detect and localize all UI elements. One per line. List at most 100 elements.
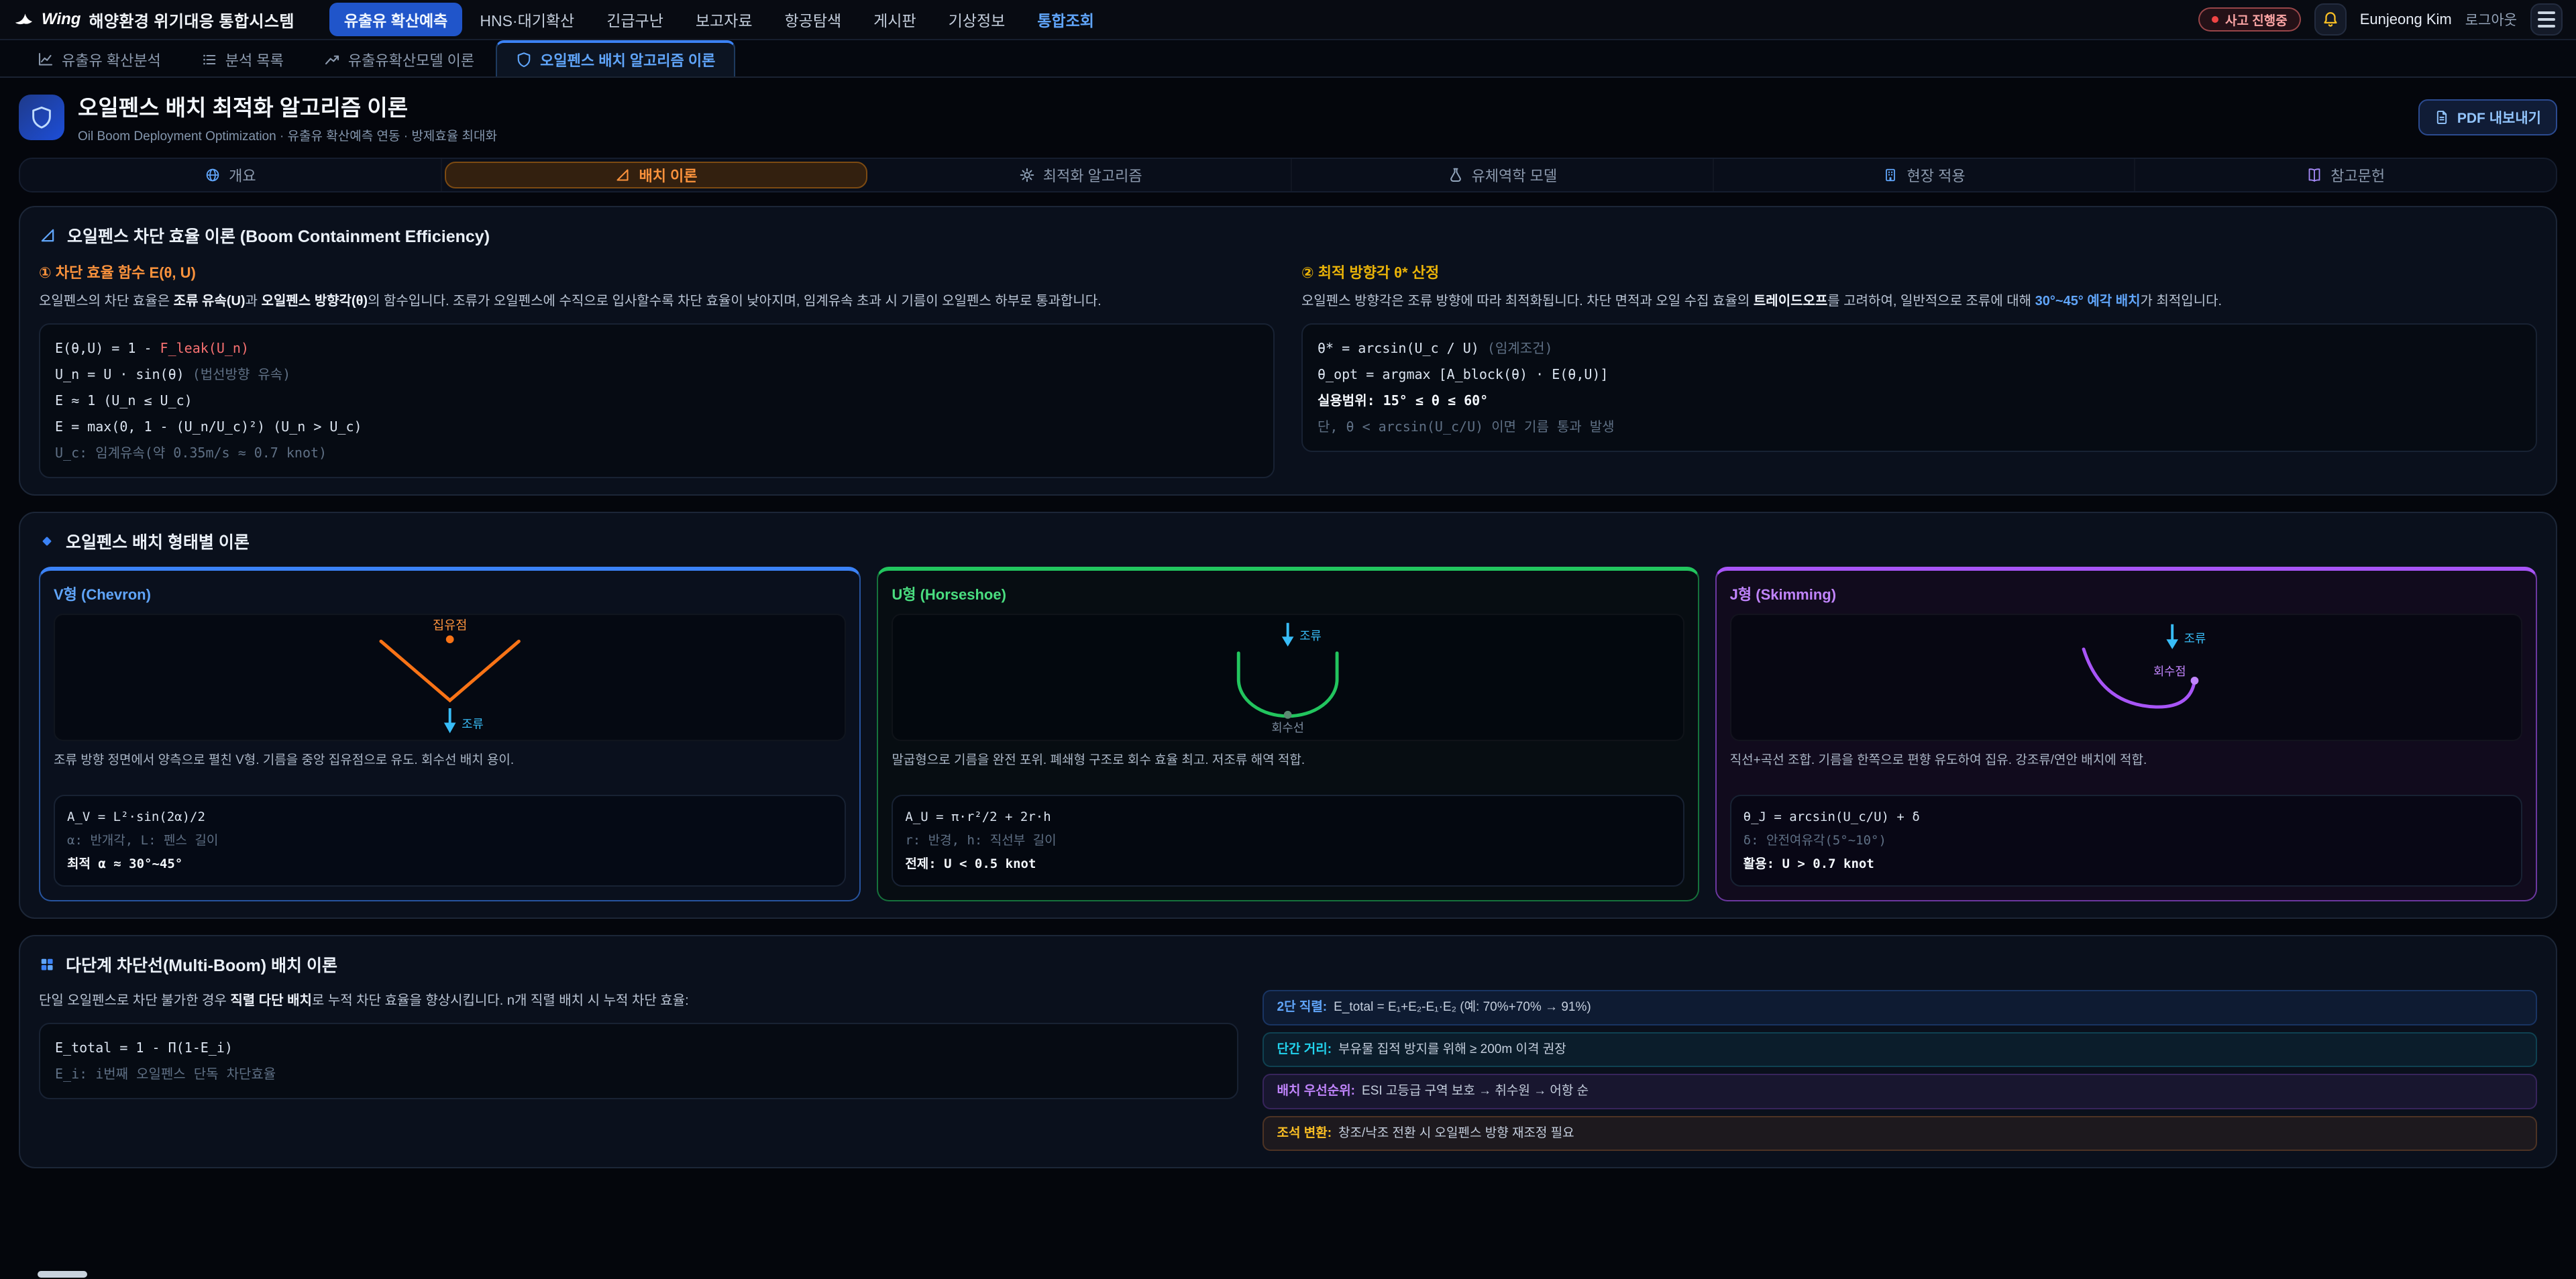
tab-boom-deployment-theory[interactable]: 오일펜스 배치 알고리즘 이론 (496, 40, 735, 76)
text-run: 오일펜스의 차단 효율은 (39, 294, 174, 309)
bell-icon (2322, 11, 2339, 28)
text-run: 의 함수입니다. 조류가 오일펜스에 수직으로 입사할수록 차단 효율이 낮아지… (368, 294, 1102, 309)
boom-u-diagram: 조류 회수선 (892, 614, 1684, 741)
card-title: 오일펜스 배치 형태별 이론 (66, 529, 250, 553)
section-deployment-theory[interactable]: 배치 이론 (445, 162, 868, 188)
brand-logo-text: Wing (42, 10, 80, 29)
nav-item-weather[interactable]: 기상정보 (934, 3, 1020, 36)
diamond-icon (39, 533, 55, 549)
emphasis-serial-deployment: 직렬 다단 배치 (230, 993, 312, 1008)
v-boom-shape (381, 641, 519, 700)
grid-icon (39, 956, 55, 972)
nav-item-reports[interactable]: 보고자료 (681, 3, 767, 36)
multi-boom-left: 단일 오일펜스로 차단 불가한 경우 직렬 다단 배치로 누적 차단 효율을 향… (39, 990, 1238, 1099)
note-text: 부유물 집적 방지를 위해 ≥ 200m 이격 권장 (1338, 1042, 1566, 1056)
note-stage-spacing: 단간 거리: 부유물 집적 방지를 위해 ≥ 200m 이격 권장 (1263, 1032, 2537, 1068)
section-label: 배치 이론 (639, 164, 697, 186)
section-hydrodynamics-model[interactable]: 유체역학 모델 (1292, 159, 1714, 191)
emphasis-angle-range: 30°~45° 예각 배치 (2035, 294, 2141, 309)
text-run: 과 (246, 294, 262, 309)
formula-line: A_U = π·r²/2 + 2r·h (905, 805, 1670, 829)
menu-button[interactable] (2530, 3, 2563, 36)
nav-item-integrated-search[interactable]: 통합조회 (1022, 3, 1109, 36)
section-label: 최적화 알고리즘 (1043, 164, 1142, 186)
formula-leak-term: F_leak(U_n) (160, 340, 249, 356)
notifications-button[interactable] (2314, 3, 2347, 36)
recovery-point-label: 회수점 (2153, 665, 2186, 678)
section-label: 현장 적용 (1907, 164, 1965, 186)
boom-j-diagram-svg: 조류 회수점 (1731, 615, 2521, 740)
efficiency-function-formula-block: E(θ,U) = 1 - F_leak(U_n) U_n = U · sin(θ… (39, 323, 1275, 478)
section-references[interactable]: 참고문헌 (2135, 159, 2556, 191)
formula-line: θ_J = arcsin(U_c/U) + δ (1743, 805, 2509, 829)
topbar-right: 사고 진행중 Eunjeong Kim 로그아웃 (2198, 3, 2563, 36)
formula-comment: (법선방향 유속) (184, 366, 291, 382)
optimal-angle-paragraph: 오일펜스 방향각은 조류 방향에 따라 최적화됩니다. 차단 면적과 오일 수집… (1301, 290, 2537, 313)
efficiency-function-column: ① 차단 효율 함수 E(θ, U) 오일펜스의 차단 효율은 조류 유속(U)… (39, 261, 1275, 478)
formula-comment: (임계조건) (1479, 340, 1553, 356)
app-root: Wing 해양환경 위기대응 통합시스템 유출유 확산예측 HNS·대기확산 긴… (0, 0, 2576, 1222)
page-header-icon (19, 95, 64, 140)
pdf-export-label: PDF 내보내기 (2457, 107, 2541, 127)
containment-efficiency-card: 오일펜스 차단 효율 이론 (Boom Containment Efficien… (19, 206, 2557, 496)
boom-v-diagram: 집유점 조류 (54, 614, 846, 741)
user-name[interactable]: Eunjeong Kim (2360, 11, 2452, 28)
boom-u-formula-block: A_U = π·r²/2 + 2r·h r: 반경, h: 직선부 길이 전제:… (892, 795, 1684, 887)
multi-boom-columns: 단일 오일펜스로 차단 불가한 경우 직렬 다단 배치로 누적 차단 효율을 향… (39, 990, 2537, 1151)
boom-type-name: U형 (Horseshoe) (892, 583, 1684, 604)
emphasis-tradeoff: 트레이드오프 (1754, 294, 1827, 309)
subheading-optimal-angle: ② 최적 방향각 θ* 산정 (1301, 261, 2537, 282)
section-label: 유체역학 모델 (1472, 164, 1558, 186)
text-run: 로 누적 차단 효율을 향상시킵니다. n개 직렬 배치 시 누적 차단 효율: (312, 993, 689, 1008)
current-label: 조류 (1300, 629, 1322, 643)
formula-line-strong: 최적 α ≈ 30°~45° (67, 852, 833, 876)
formula-comment: δ: 안전여유각(5°~10°) (1743, 829, 2509, 852)
boom-v-formula-block: A_V = L²·sin(2α)/2 α: 반개각, L: 펜스 길이 최적 α… (54, 795, 846, 887)
note-label: 단간 거리: (1277, 1042, 1332, 1056)
horizontal-scrollbar-thumb[interactable] (38, 1271, 87, 1278)
logout-button[interactable]: 로그아웃 (2465, 9, 2517, 30)
boom-j-diagram: 조류 회수점 (1730, 614, 2522, 741)
tab-analysis-list[interactable]: 분석 목록 (182, 40, 303, 76)
nav-item-oil-spill-prediction[interactable]: 유출유 확산예측 (329, 3, 463, 36)
boom-type-name: J형 (Skimming) (1730, 583, 2522, 604)
formula-comment: α: 반개각, L: 펜스 길이 (67, 829, 833, 852)
pdf-export-button[interactable]: PDF 내보내기 (2418, 99, 2557, 135)
current-arrowhead-icon (2166, 639, 2178, 649)
boom-u-diagram-svg: 조류 회수선 (893, 615, 1682, 740)
nav-item-aerial-search[interactable]: 항공탐색 (770, 3, 857, 36)
boom-j-formula-block: θ_J = arcsin(U_c/U) + δ δ: 안전여유각(5°~10°)… (1730, 795, 2522, 887)
formula-text: E(θ,U) = 1 - (55, 340, 160, 356)
tab-diffusion-model-theory[interactable]: 유출유확산모델 이론 (305, 40, 493, 76)
section-optimization-algorithm[interactable]: 최적화 알고리즘 (870, 159, 1292, 191)
tab-oil-spill-analysis[interactable]: 유출유 확산분석 (19, 40, 180, 76)
card-title-row: 오일펜스 배치 형태별 이론 (39, 529, 2537, 553)
nav-item-hns-atmospheric[interactable]: HNS·대기확산 (465, 3, 589, 36)
brand[interactable]: Wing 해양환경 위기대응 통합시스템 (13, 8, 294, 32)
formula-line: A_V = L²·sin(2α)/2 (67, 805, 833, 829)
formula-line: U_n = U · sin(θ) (법선방향 유속) (55, 362, 1258, 388)
note-serial-two-stage: 2단 직렬:E_total = E₁+E₂-E₁·E₂ (예: 70%+70% … (1263, 990, 2537, 1025)
formula-line: θ_opt = argmax [A_block(θ) · E(θ,U)] (1318, 362, 2521, 388)
optimal-angle-formula-block: θ* = arcsin(U_c / U) (임계조건) θ_opt = argm… (1301, 323, 2537, 452)
nav-item-emergency-rescue[interactable]: 긴급구난 (592, 3, 678, 36)
nav-item-board[interactable]: 게시판 (859, 3, 930, 36)
formula-line: E = max(0, 1 - (U_n/U_c)²) (U_n > U_c) (55, 414, 1258, 440)
incident-status-badge[interactable]: 사고 진행중 (2198, 7, 2301, 32)
section-field-application[interactable]: 현장 적용 (1714, 159, 2136, 191)
formula-line: E ≈ 1 (U_n ≤ U_c) (55, 388, 1258, 414)
note-text: ESI 고등급 구역 보호 → 취수원 → 어항 순 (1362, 1084, 1589, 1098)
boom-card-j-skimming: J형 (Skimming) 조류 회수점 직선+곡선 조합. 기름을 한쪽으로 … (1715, 567, 2537, 901)
emphasis-boom-angle: 오일펜스 방향각(θ) (262, 294, 368, 309)
text-run: 를 고려하여, 일반적으로 조류에 대해 (1827, 294, 2035, 309)
emphasis-current-speed: 조류 유속(U) (174, 294, 246, 309)
section-overview[interactable]: 개요 (20, 159, 442, 191)
efficiency-function-paragraph: 오일펜스의 차단 효율은 조류 유속(U)과 오일펜스 방향각(θ)의 함수입니… (39, 290, 1275, 313)
formula-text: θ* = arcsin(U_c / U) (1318, 340, 1479, 356)
top-navigation-bar: Wing 해양환경 위기대응 통합시스템 유출유 확산예측 HNS·대기확산 긴… (0, 0, 2576, 40)
line-chart-icon (38, 52, 54, 68)
current-arrowhead-icon (444, 723, 456, 734)
note-label: 배치 우선순위: (1277, 1084, 1356, 1098)
incident-status-label: 사고 진행중 (2225, 11, 2288, 29)
menu-icon (2538, 11, 2555, 27)
